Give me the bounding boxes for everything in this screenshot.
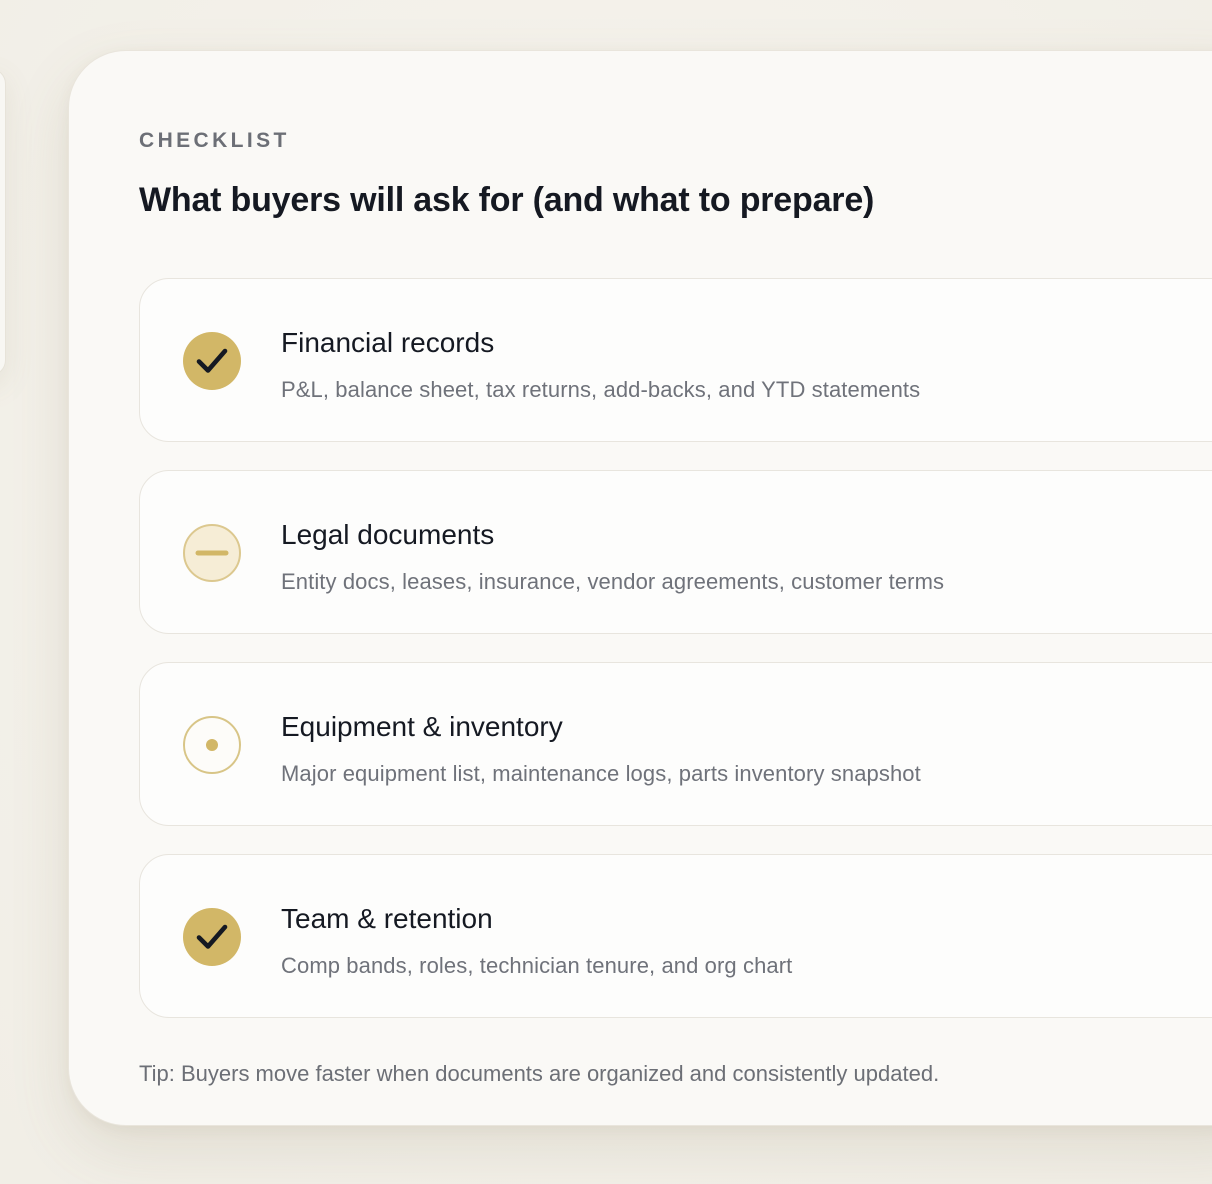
checklist-card: CHECKLIST What buyers will ask for (and … (68, 50, 1212, 1126)
tip-text: Tip: Buyers move faster when documents a… (139, 1061, 940, 1086)
adjacent-card-edge (0, 68, 6, 376)
checklist-title: What buyers will ask for (and what to pr… (139, 181, 875, 219)
item-description: Major equipment list, maintenance logs, … (281, 761, 921, 786)
item-title: Team & retention (281, 903, 493, 934)
check-icon (183, 332, 241, 390)
check-icon (183, 908, 241, 966)
minus-icon (183, 524, 241, 582)
item-title: Financial records (281, 327, 495, 358)
item-title: Equipment & inventory (281, 711, 563, 742)
item-description: Comp bands, roles, technician tenure, an… (281, 953, 793, 978)
page-background: CHECKLIST What buyers will ask for (and … (0, 0, 1212, 1184)
section-eyebrow: CHECKLIST (139, 129, 290, 152)
checklist-item-legal-documents[interactable]: Legal documents Entity docs, leases, ins… (139, 470, 1212, 634)
checklist-item-financial-records[interactable]: Financial records P&L, balance sheet, ta… (139, 278, 1212, 442)
item-title: Legal documents (281, 519, 495, 550)
item-description: P&L, balance sheet, tax returns, add-bac… (281, 377, 921, 402)
item-description: Entity docs, leases, insurance, vendor a… (281, 569, 945, 594)
dot-icon (183, 716, 241, 774)
checklist-item-team-retention[interactable]: Team & retention Comp bands, roles, tech… (139, 854, 1212, 1018)
checklist-item-equipment-inventory[interactable]: Equipment & inventory Major equipment li… (139, 662, 1212, 826)
